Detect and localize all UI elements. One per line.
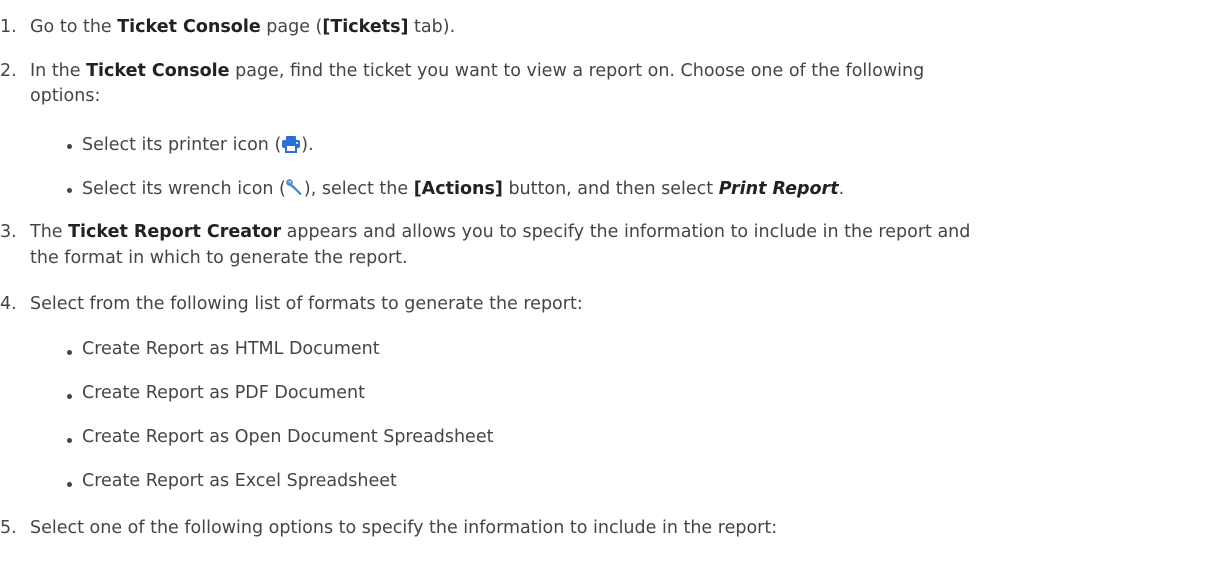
step-number: 5.: [0, 518, 17, 538]
bullet-printer: Select its printer icon ().: [82, 135, 314, 158]
step-4-text: Select from the following list of format…: [30, 294, 583, 314]
text-fragment: The: [30, 222, 69, 242]
actions-button-label: [Actions]: [413, 179, 503, 199]
text-fragment: Go to the: [30, 17, 118, 37]
ticket-console-label: Ticket Console: [117, 17, 261, 37]
text-fragment: Select its printer icon (: [82, 135, 282, 155]
text-fragment: appears and allows you to specify the in…: [281, 222, 971, 242]
bullet-dot: [67, 144, 72, 149]
instruction-document: 1. Go to the Ticket Console page ([Ticke…: [0, 0, 1208, 588]
printer-icon: [281, 135, 301, 158]
text-fragment: Select its wrench icon (: [82, 179, 286, 199]
tickets-tab-label: [Tickets]: [322, 17, 409, 37]
bullet-dot: [67, 438, 72, 443]
format-option: Create Report as Open Document Spreadshe…: [82, 427, 494, 447]
bullet-wrench: Select its wrench icon ( ), select the [A…: [82, 179, 844, 202]
step-number: 2.: [0, 61, 17, 81]
step-3-text: The Ticket Report Creator appears and al…: [30, 222, 971, 242]
text-fragment: page (: [260, 17, 323, 37]
text-fragment: .: [838, 179, 845, 199]
ticket-console-label: Ticket Console: [86, 61, 230, 81]
print-report-label: Print Report: [718, 179, 839, 199]
step-1-text: Go to the Ticket Console page ([Tickets]…: [30, 17, 456, 37]
text-fragment: tab).: [408, 17, 456, 37]
text-fragment: button, and then select: [502, 179, 719, 199]
text-fragment: page, find the ticket you want to view a…: [229, 61, 925, 81]
step-number: 1.: [0, 17, 17, 37]
bullet-dot: [67, 482, 72, 487]
text-fragment: ).: [301, 135, 314, 155]
step-2-text-cont: options:: [30, 86, 101, 106]
ticket-report-creator-label: Ticket Report Creator: [68, 222, 282, 242]
step-3-text-cont: the format in which to generate the repo…: [30, 248, 408, 268]
bullet-dot: [67, 188, 72, 193]
text-fragment: In the: [30, 61, 87, 81]
step-number: 3.: [0, 222, 17, 242]
bullet-dot: [67, 394, 72, 399]
bullet-dot: [67, 350, 72, 355]
format-option: Create Report as PDF Document: [82, 383, 366, 403]
wrench-icon: [286, 179, 304, 202]
step-5-text: Select one of the following options to s…: [30, 518, 778, 538]
format-option: Create Report as HTML Document: [82, 339, 380, 359]
step-number: 4.: [0, 294, 17, 314]
step-2-text: In the Ticket Console page, find the tic…: [30, 61, 925, 81]
format-option: Create Report as Excel Spreadsheet: [82, 471, 397, 491]
text-fragment: ), select the: [303, 179, 414, 199]
